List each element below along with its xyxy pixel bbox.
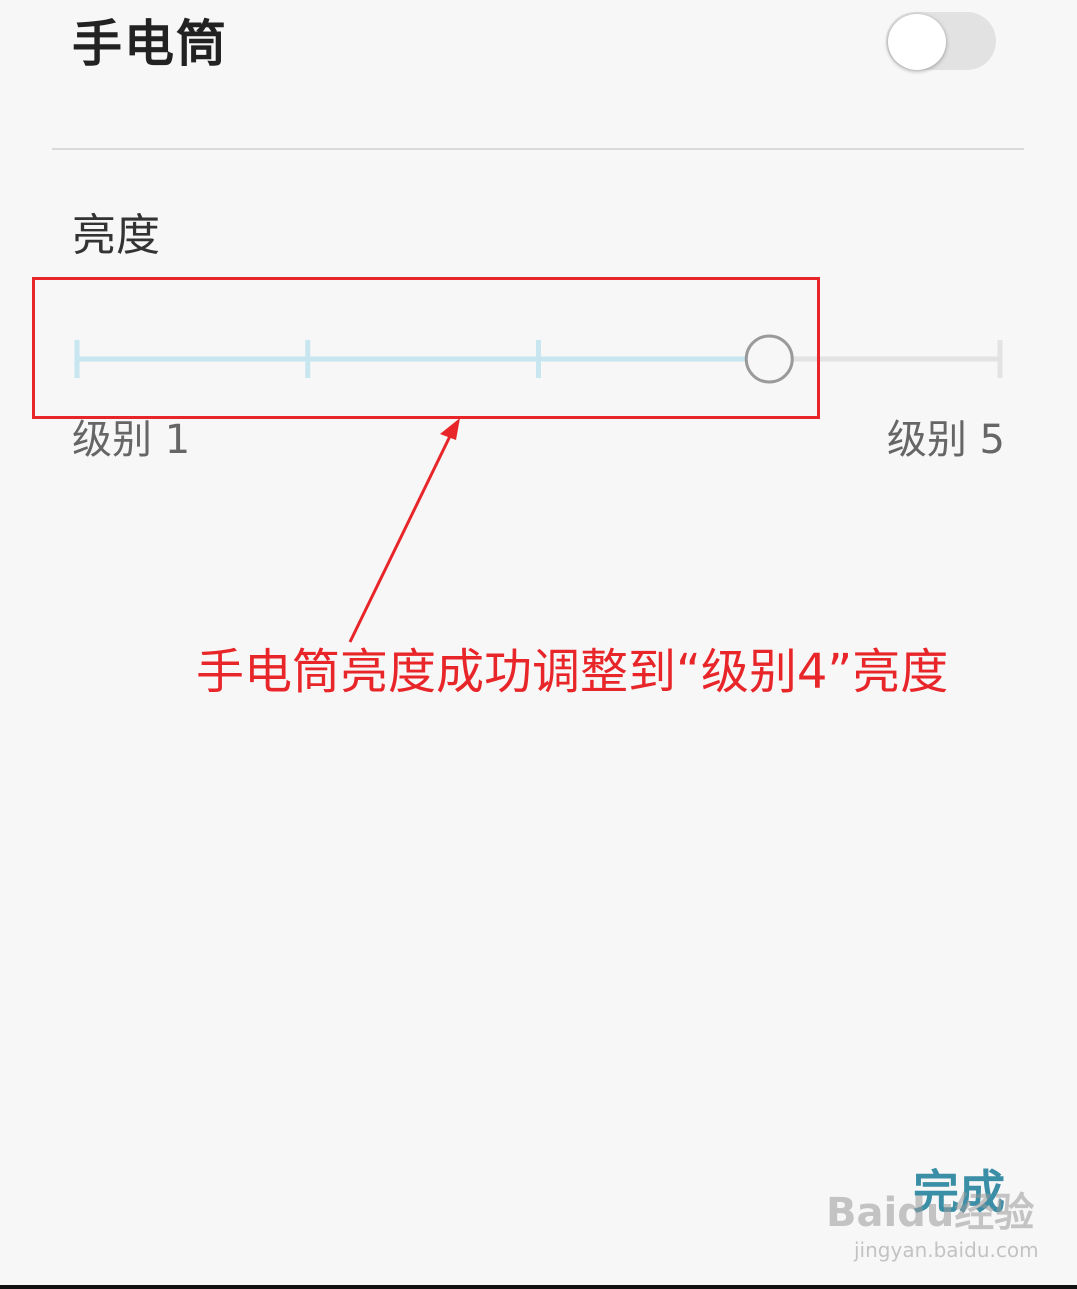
baidu-watermark-logo: Baidu经验 jingyan.baidu.com — [826, 1190, 1039, 1270]
watermark-brand: Baidu经验 — [826, 1190, 1035, 1236]
annotation-text: 手电筒亮度成功调整到“级别4”亮度 — [196, 644, 949, 700]
bottom-edge — [0, 1285, 1077, 1289]
watermark-url: jingyan.baidu.com — [854, 1238, 1039, 1262]
